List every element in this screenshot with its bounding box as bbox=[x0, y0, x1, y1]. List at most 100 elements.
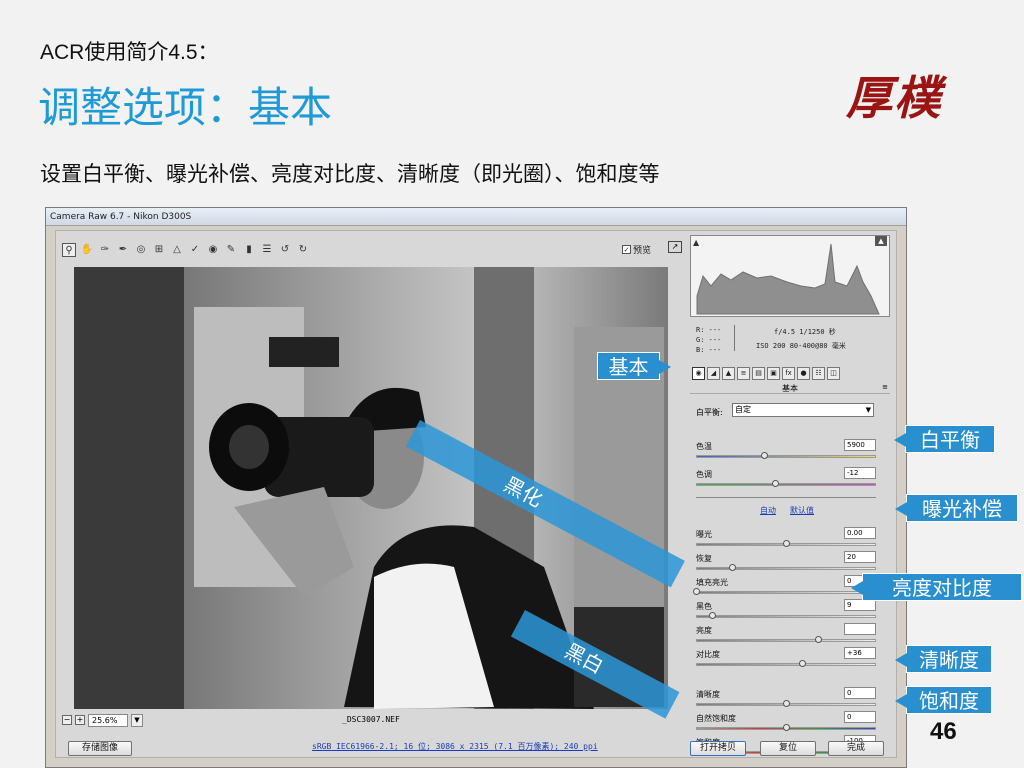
callout-brightness-contrast: 亮度对比度 bbox=[851, 573, 1022, 601]
slider-value-field[interactable] bbox=[844, 623, 876, 635]
slider-tint: 色调 -12 bbox=[696, 467, 876, 493]
auto-link[interactable]: 自动 bbox=[760, 505, 776, 516]
slider-exposure: 曝光 0.00 bbox=[696, 527, 876, 553]
crop-tool-icon[interactable]: ⊞ bbox=[152, 243, 166, 257]
slide-title: 调整选项：基本 bbox=[38, 83, 333, 132]
callout-white-balance: 白平衡 bbox=[894, 425, 995, 453]
slider-thumb[interactable] bbox=[783, 700, 790, 707]
slider-value-field[interactable]: 5900 bbox=[844, 439, 876, 451]
slider-value-field[interactable]: 0 bbox=[844, 711, 876, 723]
iso-lens: ISO 200 80-400@80 毫米 bbox=[756, 342, 846, 350]
tab-tone-curve-icon[interactable]: ◢ bbox=[707, 366, 720, 380]
slider-label: 自然饱和度 bbox=[696, 714, 736, 723]
slider-value-field[interactable]: -12 bbox=[844, 467, 876, 479]
tab-detail-icon[interactable]: ▲ bbox=[722, 366, 735, 380]
slider-track[interactable] bbox=[696, 615, 876, 618]
done-button[interactable]: 完成 bbox=[828, 741, 884, 756]
color-sampler-icon[interactable]: ✒ bbox=[116, 243, 130, 257]
tab-presets-icon[interactable]: ☷ bbox=[812, 366, 825, 380]
open-copy-button[interactable]: 打开拷贝 bbox=[690, 741, 746, 756]
slider-label: 填充亮光 bbox=[696, 578, 728, 587]
b-readout: B: --- bbox=[696, 346, 722, 354]
r-readout: R: --- bbox=[696, 326, 722, 334]
slider-track[interactable] bbox=[696, 567, 876, 570]
zoom-level-field[interactable]: 25.6% bbox=[88, 713, 128, 727]
target-adjust-icon[interactable]: ◎ bbox=[134, 243, 148, 257]
histogram-graph bbox=[696, 243, 880, 315]
slider-blacks: 黑色 9 bbox=[696, 599, 876, 625]
slider-thumb[interactable] bbox=[783, 724, 790, 731]
white-balance-label: 白平衡: bbox=[696, 408, 723, 417]
slider-track[interactable] bbox=[696, 455, 876, 458]
slider-thumb[interactable] bbox=[783, 540, 790, 547]
zoom-out-button[interactable]: − bbox=[62, 715, 72, 725]
slider-value-field[interactable]: 0 bbox=[844, 687, 876, 699]
slider-label: 黑色 bbox=[696, 602, 712, 611]
slider-track[interactable] bbox=[696, 663, 876, 666]
aperture-shutter: f/4.5 1/1250 秒 bbox=[774, 328, 836, 336]
slider-label: 清晰度 bbox=[696, 690, 720, 699]
adjustment-brush-icon[interactable]: ✎ bbox=[224, 243, 238, 257]
slider-thumb[interactable] bbox=[729, 564, 736, 571]
slider-value-field[interactable]: +36 bbox=[844, 647, 876, 659]
panel-tabs: ◉ ◢ ▲ ≡ ▤ ▣ fx ● ☷ ◫ bbox=[690, 365, 890, 381]
default-link[interactable]: 默认值 bbox=[790, 505, 814, 516]
slider-value-field[interactable]: 0.00 bbox=[844, 527, 876, 539]
slider-label: 色调 bbox=[696, 470, 712, 479]
image-info: R: --- G: --- B: --- f/4.5 1/1250 秒 ISO … bbox=[690, 321, 890, 361]
callout-clarity: 清晰度 bbox=[895, 645, 992, 673]
spot-removal-icon[interactable]: ✓ bbox=[188, 243, 202, 257]
slider-track[interactable] bbox=[696, 483, 876, 486]
callout-basic: 基本 bbox=[597, 352, 671, 380]
zoom-in-button[interactable]: + bbox=[75, 715, 85, 725]
window-body: ⚲ ✋ ✑ ✒ ◎ ⊞ △ ✓ ◉ ✎ ▮ ☰ ↺ ↻ ✓ 预览 ↗ − + 2… bbox=[55, 230, 897, 758]
shadow-clipping-icon[interactable]: ▲ bbox=[693, 238, 699, 247]
slider-label: 色温 bbox=[696, 442, 712, 451]
slider-track[interactable] bbox=[696, 591, 876, 594]
tab-lens-icon[interactable]: ▣ bbox=[767, 366, 780, 380]
side-panel: ▲ ▲ R: --- G: --- B: --- f/4.5 1/1250 秒 … bbox=[690, 235, 894, 755]
slider-thumb[interactable] bbox=[693, 588, 700, 595]
fullscreen-icon[interactable]: ↗ bbox=[668, 241, 682, 253]
graduated-filter-icon[interactable]: ▮ bbox=[242, 243, 256, 257]
page-number: 46 bbox=[930, 718, 957, 745]
slider-temp: 色温 5900 bbox=[696, 439, 876, 465]
tab-effects-icon[interactable]: fx bbox=[782, 366, 795, 380]
tab-basic-icon[interactable]: ◉ bbox=[692, 366, 705, 380]
preferences-icon[interactable]: ☰ bbox=[260, 243, 274, 257]
divider-tone bbox=[696, 497, 876, 498]
zoom-tool-icon[interactable]: ⚲ bbox=[62, 243, 76, 257]
slider-vibrance: 自然饱和度 0 bbox=[696, 711, 876, 737]
workflow-options-link[interactable]: sRGB IEC61966-2.1; 16 位; 3086 x 2315 (7.… bbox=[312, 741, 598, 752]
zoom-dropdown[interactable]: ▼ bbox=[131, 713, 143, 727]
slide-subtitle: 设置白平衡、曝光补偿、亮度对比度、清晰度（即光圈）、饱和度等 bbox=[40, 162, 660, 186]
straighten-tool-icon[interactable]: △ bbox=[170, 243, 184, 257]
slider-recovery: 恢复 20 bbox=[696, 551, 876, 577]
preview-toggle[interactable]: ✓ 预览 bbox=[622, 243, 651, 256]
preview-checkbox[interactable]: ✓ bbox=[622, 245, 631, 254]
red-eye-icon[interactable]: ◉ bbox=[206, 243, 220, 257]
hand-tool-icon[interactable]: ✋ bbox=[80, 243, 94, 257]
slider-contrast: 对比度 +36 bbox=[696, 647, 876, 673]
tab-split-toning-icon[interactable]: ▤ bbox=[752, 366, 765, 380]
filename-label: _DSC3007.NEF bbox=[342, 715, 400, 724]
slider-value-field[interactable]: 20 bbox=[844, 551, 876, 563]
rotate-left-icon[interactable]: ↺ bbox=[278, 243, 292, 257]
window-titlebar: Camera Raw 6.7 - Nikon D300S bbox=[46, 208, 906, 226]
white-balance-tool-icon[interactable]: ✑ bbox=[98, 243, 112, 257]
panel-menu-icon[interactable]: ≡ bbox=[882, 383, 888, 391]
slider-label: 曝光 bbox=[696, 530, 712, 539]
slider-fill: 填充亮光 0 bbox=[693, 575, 876, 601]
tab-camera-calibration-icon[interactable]: ● bbox=[797, 366, 810, 380]
tab-snapshots-icon[interactable]: ◫ bbox=[827, 366, 840, 380]
tab-hsl-icon[interactable]: ≡ bbox=[737, 366, 750, 380]
highlight-clipping-icon[interactable]: ▲ bbox=[875, 236, 887, 246]
white-balance-select[interactable]: 自定 ▼ bbox=[732, 403, 874, 417]
slider-label: 恢复 bbox=[696, 554, 712, 563]
toolbar: ⚲ ✋ ✑ ✒ ◎ ⊞ △ ✓ ◉ ✎ ▮ ☰ ↺ ↻ bbox=[62, 239, 690, 261]
slider-brightness: 亮度 bbox=[696, 623, 876, 649]
slider-track[interactable] bbox=[696, 639, 876, 642]
reset-button[interactable]: 复位 bbox=[760, 741, 816, 756]
rotate-right-icon[interactable]: ↻ bbox=[296, 243, 310, 257]
save-image-button[interactable]: 存储图像 bbox=[68, 741, 132, 756]
